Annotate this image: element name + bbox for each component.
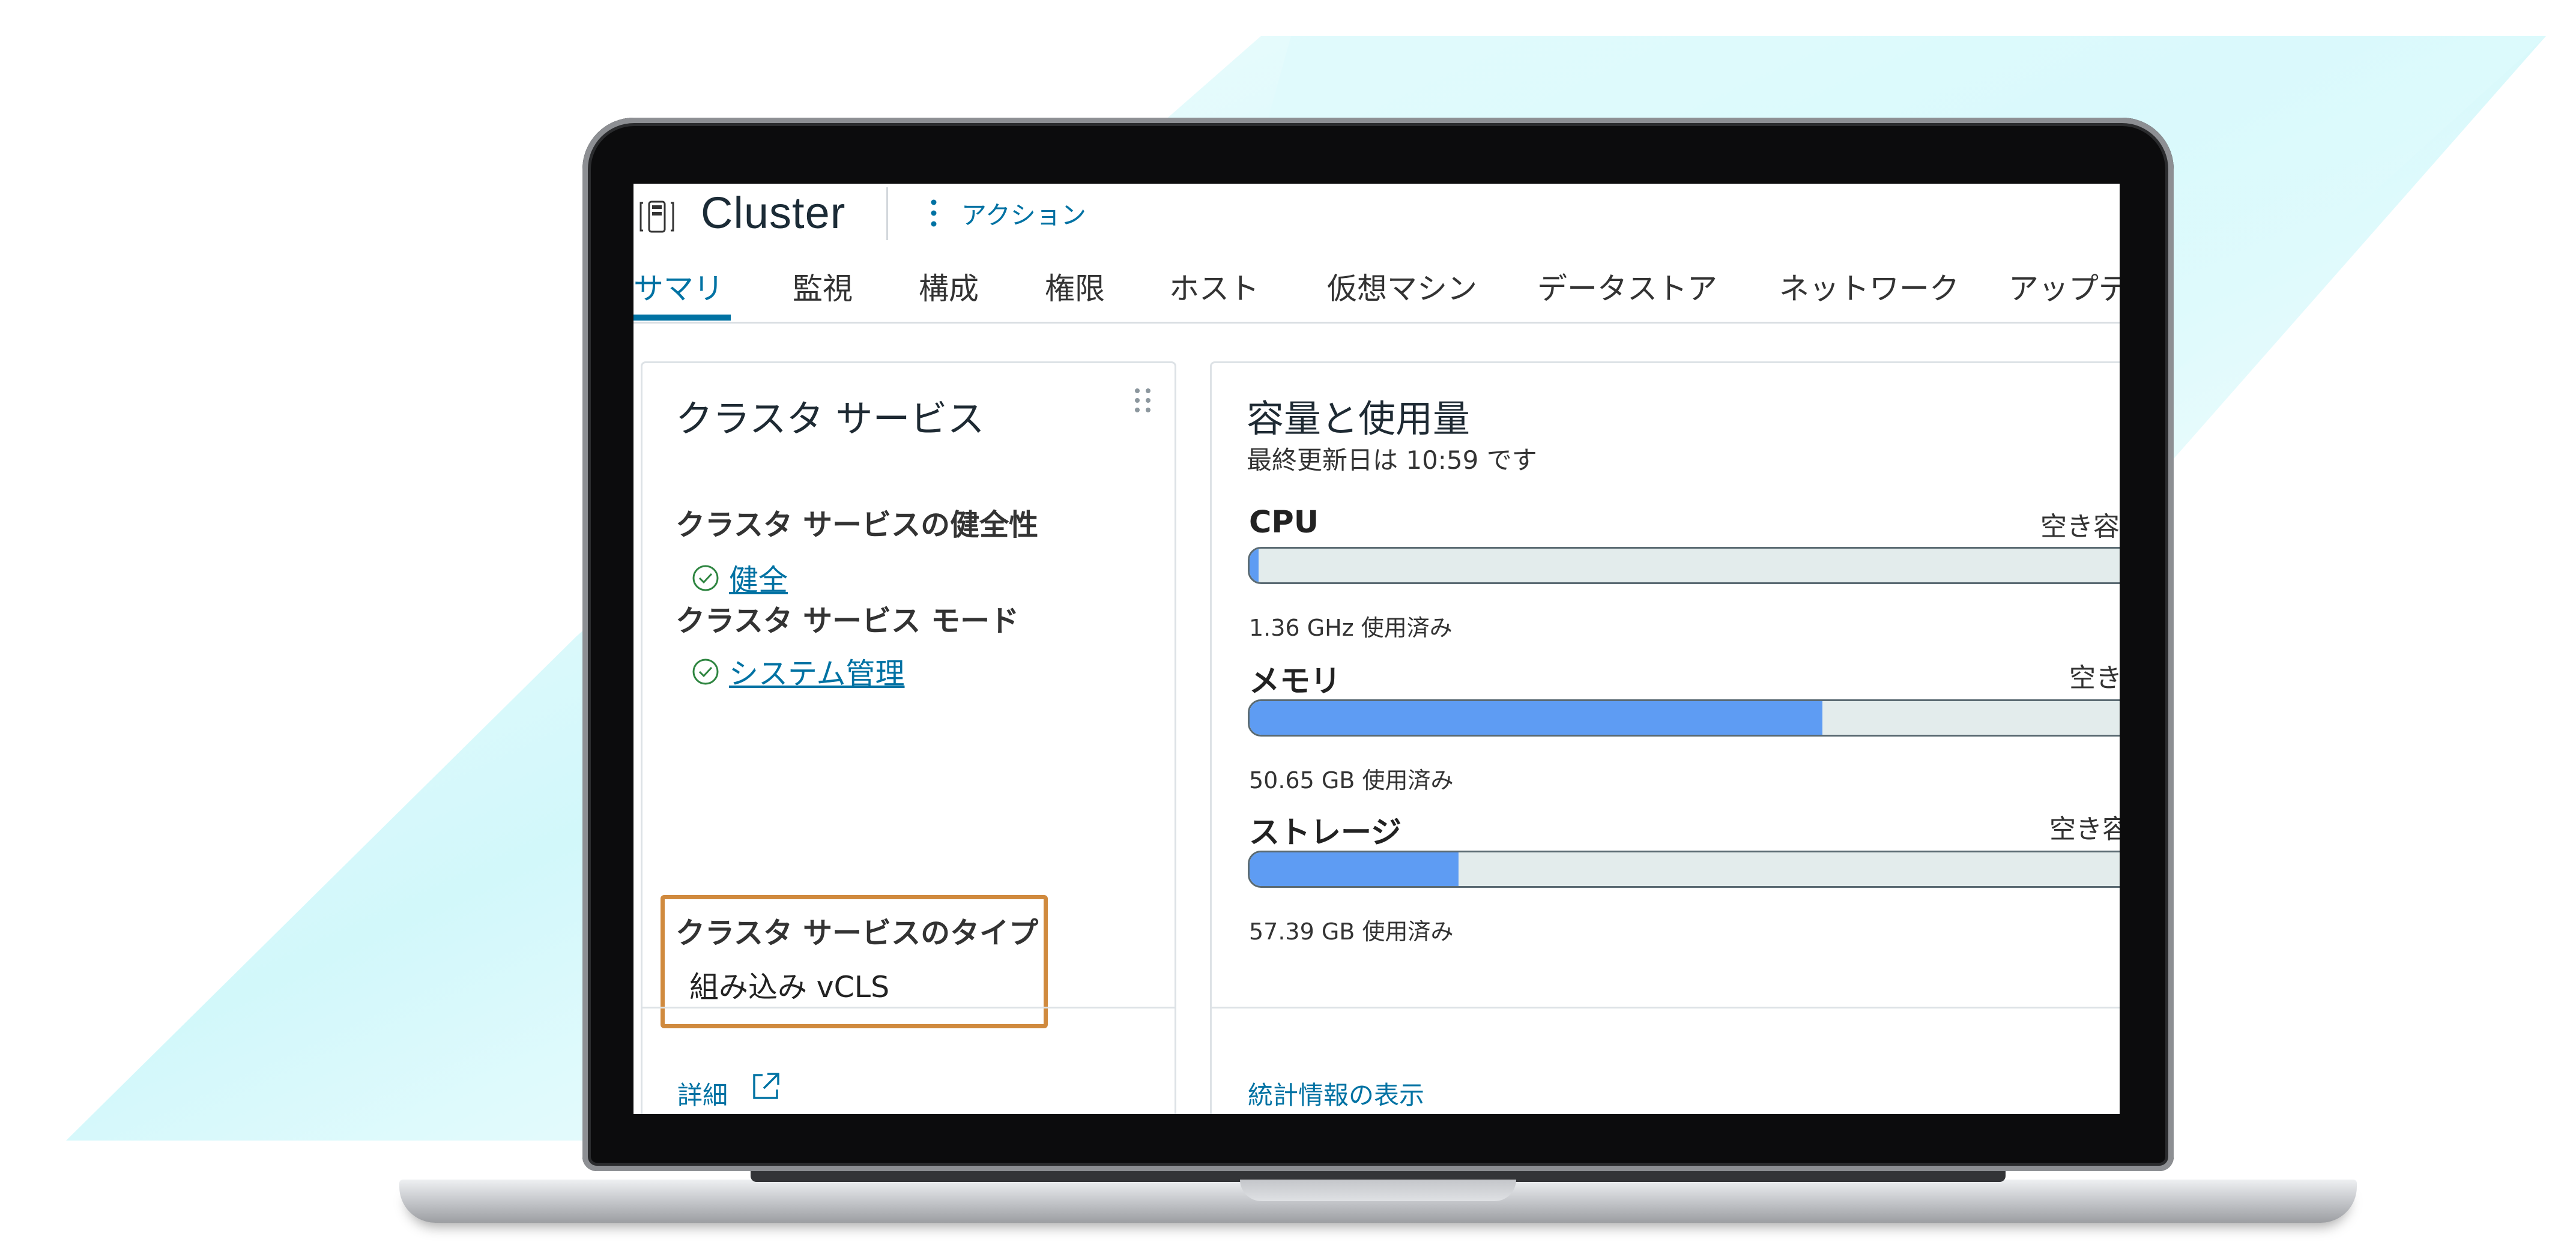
screen: Cluster アクション サマリ 監視 構成 権限 ホスト 仮想マシン データ… <box>633 184 2120 1114</box>
cpu-usage-meter <box>1248 547 2120 584</box>
object-header: Cluster アクション サマリ 監視 構成 権限 ホスト 仮想マシン データ… <box>633 184 2120 323</box>
active-tab-indicator <box>633 315 731 321</box>
memory-free-label: 空き容 <box>2069 663 2120 693</box>
cpu-label: CPU <box>1249 505 1319 540</box>
storage-free-label: 空き容 <box>2049 814 2120 845</box>
details-link[interactable]: 詳細 <box>677 1075 728 1112</box>
tab-updates[interactable]: アップデ <box>2009 256 2120 322</box>
mode-status-link[interactable]: システム管理 <box>729 650 905 693</box>
tab-vms[interactable]: 仮想マシン <box>1327 256 1477 322</box>
cpu-free-label: 空き容 <box>2040 511 2120 542</box>
check-circle-icon <box>692 659 719 684</box>
tab-configure[interactable]: 構成 <box>919 256 979 322</box>
mode-label: クラスタ サービス モード <box>676 604 1020 638</box>
card-footer-divider <box>642 1007 1175 1008</box>
last-updated: 最終更新日は 10:59 です <box>1247 445 1537 475</box>
external-link-icon[interactable] <box>749 1070 782 1103</box>
storage-label: ストレージ <box>1249 815 1401 851</box>
storage-usage-meter <box>1248 851 2120 888</box>
tab-hosts[interactable]: ホスト <box>1169 256 1259 322</box>
tab-networks[interactable]: ネットワーク <box>1779 256 1959 322</box>
drag-handle-icon[interactable] <box>1132 386 1153 415</box>
actions-label: アクション <box>961 200 1086 230</box>
view-stats-link[interactable]: 統計情報の表示 <box>1248 1075 1424 1112</box>
memory-usage-meter <box>1248 699 2120 737</box>
card-title: クラスタ サービス <box>676 397 985 441</box>
cpu-used: 1.36 GHz 使用済み <box>1249 615 1453 641</box>
actions-button[interactable]: アクション <box>922 192 1086 234</box>
memory-used: 50.65 GB 使用済み <box>1249 767 1454 794</box>
storage-used: 57.39 GB 使用済み <box>1249 918 1454 945</box>
capacity-usage-card: 容量と使用量 最終更新日は 10:59 です CPU 空き容 1.36 GHz … <box>1210 361 2120 1114</box>
tab-permissions[interactable]: 権限 <box>1045 256 1105 322</box>
health-status-link[interactable]: 健全 <box>729 556 788 599</box>
check-circle-icon <box>692 565 719 591</box>
tab-monitor[interactable]: 監視 <box>793 256 853 322</box>
vertical-ellipsis-icon <box>931 199 937 227</box>
mode-status: システム管理 <box>691 650 905 693</box>
memory-usage-fill <box>1250 701 1822 735</box>
laptop-notch <box>1240 1180 1516 1201</box>
memory-label: メモリ <box>1249 664 1341 699</box>
tab-datastores[interactable]: データストア <box>1537 256 1717 322</box>
page-title: Cluster <box>701 188 846 238</box>
card-title: 容量と使用量 <box>1247 397 1471 441</box>
health-status: 健全 <box>691 556 788 599</box>
cluster-services-card: クラスタ サービス クラスタ サービスの健全性 健全 クラスタ サービス モード… <box>641 361 1176 1114</box>
title-divider <box>886 187 888 240</box>
storage-usage-fill <box>1250 852 1459 886</box>
cpu-usage-fill <box>1250 549 1259 582</box>
tabs-divider <box>633 322 2120 324</box>
card-footer-divider <box>1212 1007 2120 1008</box>
health-label: クラスタ サービスの健全性 <box>676 508 1039 542</box>
tab-summary[interactable]: サマリ <box>633 256 724 322</box>
cluster-icon <box>639 200 674 233</box>
